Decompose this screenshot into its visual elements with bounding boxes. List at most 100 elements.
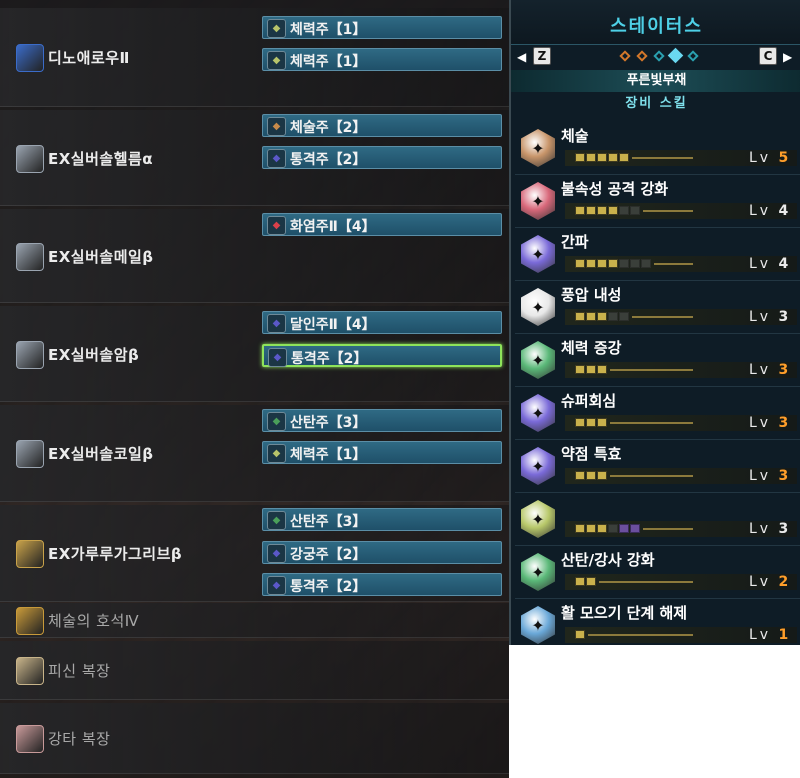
skill-entry[interactable]: ✦ 활 모으기 단계 해제 Lv 1 — [515, 599, 800, 645]
skill-entry[interactable]: ✦ 산탄/강사 강화 Lv 2 — [515, 546, 800, 599]
decoration-slot[interactable]: ◆ 통격주【2】 — [262, 573, 502, 596]
skill-level-bar: Lv 5 — [565, 150, 797, 166]
skill-level-pip — [575, 206, 585, 215]
skill-level-pip — [575, 418, 585, 427]
leg-armor-icon — [16, 540, 44, 568]
skill-level-pip — [619, 312, 629, 321]
status-panel: 스테이터스 ◀ Z C ▶ 푸른빛부채 장비 스킬 ✦ 체술 Lv 5 ✦ 불속성 공격… — [509, 0, 800, 645]
jewel-lv1-icon: ◆ — [267, 51, 286, 70]
skill-name: 산탄/강사 강화 — [561, 551, 655, 569]
skill-entry[interactable]: ✦ 체술 Lv 5 — [515, 122, 800, 175]
skill-level-pip — [597, 365, 607, 374]
skill-level-value: 3 — [778, 468, 792, 484]
next-page-key[interactable]: C — [759, 47, 777, 65]
skill-spread-shot-icon: ✦ — [521, 553, 555, 591]
skill-level-value: 3 — [778, 415, 792, 431]
skill-level-pip — [608, 153, 618, 162]
skill-level-pip — [630, 206, 640, 215]
skill-name: 불속성 공격 강화 — [561, 180, 669, 198]
skill-stamina-icon: ✦ — [521, 129, 555, 167]
chest-armor-icon — [16, 242, 44, 271]
decoration-slot[interactable]: ◆ 산탄주【3】 — [262, 508, 502, 531]
skill-level-bar: Lv 3 — [565, 468, 797, 484]
skill-level-pip — [619, 206, 629, 215]
mantle-icon — [16, 725, 44, 753]
decoration-slot[interactable]: ◆ 체력주【1】 — [262, 48, 502, 71]
decoration-slot[interactable]: ◆ 체술주【2】 — [262, 114, 502, 137]
skill-name: 체력 증강 — [561, 339, 622, 357]
decoration-slot[interactable]: ◆ 통격주【2】 — [262, 344, 502, 367]
skill-level-pip — [575, 577, 585, 586]
skill-entry[interactable]: ✦ 약점 특효 Lv 3 — [515, 440, 800, 493]
skill-entry[interactable]: ✦ 슈퍼회심 Lv 3 — [515, 387, 800, 440]
skill-level-pip — [575, 471, 585, 480]
skill-level-pip — [586, 524, 596, 533]
skill-level-readout: Lv 1 — [749, 627, 791, 643]
level-prefix: Lv — [749, 468, 772, 484]
skill-level-pip — [586, 153, 596, 162]
skill-level-pip — [630, 524, 640, 533]
skill-level-value: 3 — [778, 309, 792, 325]
skill-entry[interactable]: ✦ 풍압 내성 Lv 3 — [515, 281, 800, 334]
prev-page-key[interactable]: Z — [533, 47, 551, 65]
skill-health-icon: ✦ — [521, 341, 555, 379]
skill-level-pip — [630, 259, 640, 268]
skill-level-pip — [597, 471, 607, 480]
skill-level-rail — [610, 369, 693, 371]
charm-icon — [16, 607, 44, 635]
equipment-row[interactable]: 피신 복장 — [0, 641, 509, 700]
level-prefix: Lv — [749, 203, 772, 219]
skill-level-bar: Lv 2 — [565, 574, 797, 590]
skill-set-bonus-icon: ✦ — [521, 500, 555, 538]
skill-level-readout: Lv 2 — [749, 574, 791, 590]
decoration-slot[interactable]: ◆ 체력주【1】 — [262, 16, 502, 39]
decoration-label: 체력주【1】 — [290, 447, 367, 463]
skill-level-pip — [586, 365, 596, 374]
skill-level-rail — [610, 422, 693, 424]
page-dot — [687, 50, 699, 62]
decoration-slot[interactable]: ◆ 달인주Ⅱ【4】 — [262, 311, 502, 334]
equipment-row[interactable]: 강타 복장 — [0, 703, 509, 774]
skill-level-value: 4 — [778, 256, 792, 272]
jewel-lv2-icon: ◆ — [267, 149, 286, 168]
skill-level-pip — [575, 630, 585, 639]
skill-name: 활 모으기 단계 해제 — [561, 604, 688, 622]
decoration-slot[interactable]: ◆ 화염주Ⅱ【4】 — [262, 213, 502, 236]
decoration-slot[interactable]: ◆ 산탄주【3】 — [262, 409, 502, 432]
skill-level-pip — [619, 524, 629, 533]
skill-level-bar: Lv 3 — [565, 309, 797, 325]
equipment-row[interactable]: 체술의 호석Ⅳ — [0, 603, 509, 638]
equipment-name: 피신 복장 — [48, 662, 111, 680]
equipment-name: 체술의 호석Ⅳ — [48, 612, 140, 630]
skill-entry[interactable]: ✦ Lv 3 — [515, 493, 800, 546]
skill-level-pip — [586, 312, 596, 321]
skill-entry[interactable]: ✦ 불속성 공격 강화 Lv 4 — [515, 175, 800, 228]
skill-level-pip — [597, 206, 607, 215]
skill-level-pip — [608, 312, 618, 321]
skill-level-pip — [619, 153, 629, 162]
next-page-arrow-icon[interactable]: ▶ — [783, 50, 792, 64]
waist-armor-icon — [16, 440, 44, 468]
jewel-lv2-icon: ◆ — [267, 576, 286, 595]
decoration-label: 체술주【2】 — [290, 120, 367, 136]
skill-level-bar: Lv 3 — [565, 415, 797, 431]
jewel-lv1-icon: ◆ — [267, 444, 286, 463]
helm-icon — [16, 144, 44, 173]
skill-level-bar: Lv 3 — [565, 362, 797, 378]
decoration-slot[interactable]: ◆ 통격주【2】 — [262, 146, 502, 169]
decoration-slot[interactable]: ◆ 강궁주【2】 — [262, 541, 502, 564]
skill-level-rail — [599, 581, 693, 583]
skill-entry[interactable]: ✦ 체력 증강 Lv 3 — [515, 334, 800, 387]
decoration-label: 화염주Ⅱ【4】 — [290, 219, 376, 235]
prev-page-arrow-icon[interactable]: ◀ — [517, 50, 526, 64]
mantle-icon — [16, 657, 44, 685]
level-prefix: Lv — [749, 521, 772, 537]
skill-level-pip — [619, 259, 629, 268]
jewel-lv4-icon: ◆ — [267, 314, 286, 333]
skill-level-bar: Lv 3 — [565, 521, 797, 537]
equipment-name: EX실버솔헬름α — [48, 149, 154, 168]
skill-level-readout: Lv 3 — [749, 521, 791, 537]
decoration-slot[interactable]: ◆ 체력주【1】 — [262, 441, 502, 464]
skill-entry[interactable]: ✦ 간파 Lv 4 — [515, 228, 800, 281]
level-prefix: Lv — [749, 362, 772, 378]
